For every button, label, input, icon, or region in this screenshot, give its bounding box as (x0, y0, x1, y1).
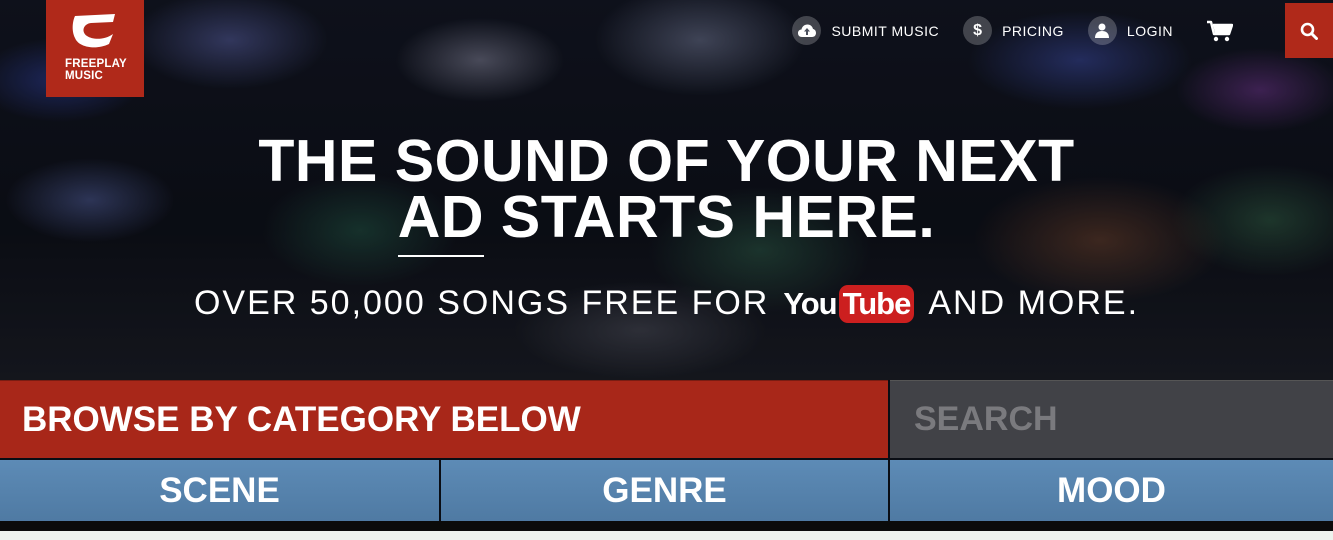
search-icon (1300, 22, 1318, 40)
logo-line-2: MUSIC (65, 70, 104, 82)
browse-by-category-banner: BROWSE BY CATEGORY BELOW (0, 380, 888, 458)
hero-subline: OVER 50,000 SONGS FREE FOR You Tube AND M… (0, 284, 1333, 323)
headline-line-2-rest: STARTS HERE. (484, 184, 936, 250)
headline-line-2: AD STARTS HERE. (0, 184, 1333, 257)
category-genre-button[interactable]: GENRE (441, 460, 888, 521)
hero-headline: THE SOUND OF YOUR NEXT AD STARTS HERE. (0, 132, 1333, 257)
cloud-upload-icon (792, 16, 822, 45)
top-navigation: SUBMIT MUSIC $ PRICING LOGIN (768, 16, 1233, 45)
category-mood-button[interactable]: MOOD (890, 460, 1333, 521)
pricing-link[interactable]: $ PRICING (963, 16, 1064, 45)
search-input[interactable] (912, 399, 1316, 440)
youtube-logo-you: You (783, 285, 837, 321)
youtube-logo-tube: Tube (838, 284, 915, 323)
browse-row: BROWSE BY CATEGORY BELOW (0, 380, 1333, 458)
subline-prefix: OVER 50,000 SONGS FREE FOR (193, 284, 770, 322)
page-body-edge (0, 531, 1333, 540)
freeplay-music-logo[interactable]: FREEPLAY MUSIC (46, 0, 144, 97)
youtube-logo: You Tube (783, 284, 915, 323)
category-tabs: SCENE GENRE MOOD (0, 460, 1333, 521)
user-icon (1087, 16, 1117, 45)
login-link[interactable]: LOGIN (1087, 16, 1173, 45)
search-field[interactable] (890, 380, 1333, 458)
pricing-label: PRICING (1002, 22, 1064, 39)
submit-music-label: SUBMIT MUSIC (831, 22, 940, 39)
logo-line-1: FREEPLAY (65, 58, 127, 70)
login-label: LOGIN (1126, 22, 1173, 39)
subline-suffix: AND MORE. (928, 284, 1140, 322)
submit-music-link[interactable]: SUBMIT MUSIC (792, 16, 939, 45)
category-scene-button[interactable]: SCENE (0, 460, 439, 521)
section-divider (0, 521, 1333, 531)
logo-mark-icon (72, 14, 115, 48)
cart-icon[interactable] (1207, 20, 1233, 42)
headline-underlined-word: AD (397, 184, 485, 257)
header-search-button[interactable] (1285, 3, 1333, 58)
dollar-icon: $ (963, 16, 993, 45)
logo-text: FREEPLAY MUSIC (46, 58, 127, 82)
